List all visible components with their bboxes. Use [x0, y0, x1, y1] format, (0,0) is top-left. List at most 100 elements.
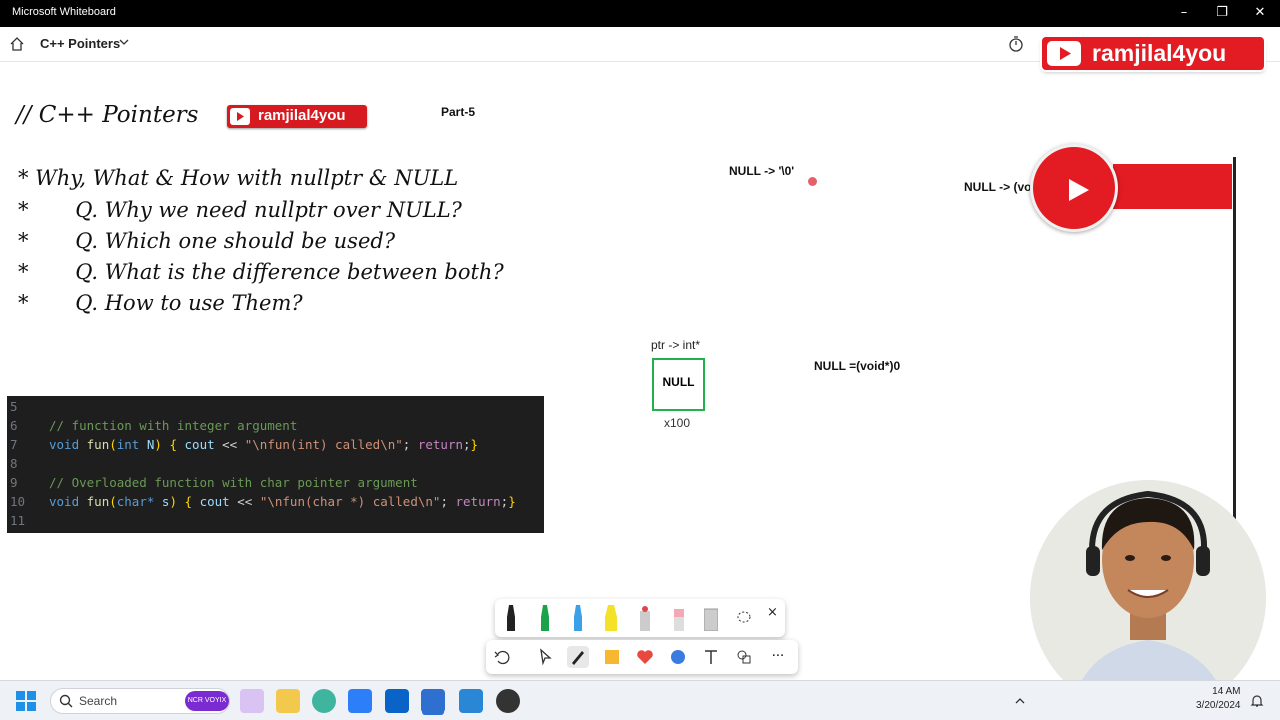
code-token: ;: [402, 437, 411, 452]
notification-bell-icon[interactable]: [1250, 693, 1264, 709]
reactions-icon[interactable]: [634, 646, 656, 668]
channel-badge-label: ramjilal4you: [258, 107, 346, 124]
more-options-icon[interactable]: ···: [767, 646, 789, 668]
copilot-icon[interactable]: [240, 689, 264, 713]
code-token: (: [109, 437, 117, 452]
window-title: Microsoft Whiteboard: [12, 6, 116, 18]
search-placeholder: Search: [79, 694, 118, 708]
highlighter-icon[interactable]: [604, 605, 618, 631]
code-line: 5: [7, 399, 49, 418]
windows-taskbar: Search NCR VOYIX 14 AM 3/20/2024: [0, 680, 1280, 720]
code-line: 8: [7, 456, 49, 475]
code-token: cout: [184, 437, 215, 452]
windows-start-icon[interactable]: [16, 691, 36, 711]
search-icon: [59, 694, 73, 708]
code-token: ): [169, 494, 177, 509]
code-token: {: [169, 437, 177, 452]
youtube-play-icon: [230, 108, 250, 125]
store-icon[interactable]: [348, 689, 372, 713]
select-icon[interactable]: [534, 646, 556, 668]
code-token: int: [116, 437, 140, 452]
bullet-line: * Why, What & How with nullptr & NULL: [18, 166, 459, 190]
lasso-icon[interactable]: [737, 605, 751, 631]
code-token: {: [184, 494, 193, 509]
whiteboard-app-icon[interactable]: [421, 689, 445, 713]
code-token: ;: [440, 494, 448, 509]
line-number: 7: [10, 437, 18, 452]
line-number: 11: [10, 513, 26, 528]
board-title[interactable]: C++ Pointers: [40, 36, 120, 51]
undo-icon[interactable]: [491, 646, 513, 668]
code-comment: // function with integer argument: [49, 418, 298, 433]
code-token: char*: [116, 494, 155, 509]
overlay-red-bar: [1113, 164, 1232, 209]
laser-pointer-icon[interactable]: [638, 605, 652, 631]
code-snippet: 5 6 // function with integer argument 7 vo…: [7, 396, 544, 533]
taskbar-search[interactable]: Search NCR VOYIX: [50, 688, 230, 714]
window-titlebar: Microsoft Whiteboard – ❐ ✕: [0, 0, 1280, 27]
pen-tool-icon[interactable]: [567, 646, 589, 668]
line-number: 9: [10, 475, 18, 490]
shapes-icon[interactable]: [733, 646, 755, 668]
chevron-down-icon[interactable]: [118, 36, 130, 48]
bullet-line: * Q. Why we need nullptr over NULL?: [18, 198, 462, 222]
bullet-line: * Q. What is the difference between both…: [18, 260, 504, 284]
code-comment: // Overloaded function with char pointer…: [49, 475, 418, 490]
text-icon[interactable]: [700, 646, 722, 668]
outlook-icon[interactable]: [385, 689, 409, 713]
overlay-play-circle: [1030, 144, 1118, 232]
file-explorer-icon[interactable]: [276, 689, 300, 713]
part-label: Part-5: [441, 105, 476, 119]
youtube-logo-icon: [1047, 41, 1081, 66]
memory-address: x100: [664, 416, 691, 430]
bottom-toolbar: ···: [486, 640, 798, 674]
code-token: <<: [222, 437, 238, 452]
code-token: fun: [86, 494, 110, 509]
note-null-eq: NULL =(void*)0: [814, 359, 901, 373]
channel-banner: ramjilal4you: [1042, 37, 1264, 70]
search-highlight-badge: NCR VOYIX: [185, 691, 229, 711]
board-heading: // C++ Pointers: [16, 102, 199, 128]
green-pen-icon[interactable]: [538, 605, 552, 631]
line-number: 6: [10, 418, 18, 433]
memory-box: NULL: [652, 358, 705, 411]
close-button[interactable]: ✕: [1246, 3, 1274, 23]
vscode-icon[interactable]: [459, 689, 483, 713]
note-null-char: NULL -> '\0': [729, 164, 795, 178]
eraser-icon[interactable]: [672, 605, 686, 631]
home-icon[interactable]: [9, 36, 25, 52]
timer-icon[interactable]: [1008, 35, 1024, 53]
code-token: ;: [463, 437, 471, 452]
code-token: ): [154, 437, 162, 452]
line-number: 8: [10, 456, 18, 471]
blue-pen-icon[interactable]: [571, 605, 585, 631]
code-line: 10 void fun(char* s) { cout << "\nfun(cha…: [7, 494, 516, 513]
channel-badge: ramjilal4you: [227, 105, 367, 128]
code-token: <<: [237, 494, 253, 509]
laser-pointer-dot: [808, 177, 817, 186]
ruler-icon[interactable]: [704, 605, 718, 631]
comment-icon[interactable]: [667, 646, 689, 668]
code-token: return: [455, 494, 501, 509]
bullet-line: * Q. Which one should be used?: [18, 229, 396, 253]
code-line: 7 void fun(int N) { cout << "\nfun(int) c…: [7, 437, 478, 456]
code-token: void: [49, 494, 80, 509]
code-line: 6 // function with integer argument: [7, 418, 297, 437]
memory-box-value: NULL: [662, 375, 695, 389]
bullet-line: * Q. How to use Them?: [18, 291, 303, 315]
black-pen-icon[interactable]: [504, 605, 518, 631]
code-token: "\nfun(char *) called\n": [259, 494, 441, 509]
sticky-note-icon[interactable]: [601, 646, 623, 668]
recorder-icon[interactable]: [496, 689, 520, 713]
chevron-up-icon[interactable]: [1014, 695, 1026, 707]
code-token: }: [470, 437, 479, 452]
maximize-button[interactable]: ❐: [1208, 3, 1236, 23]
code-line: 11: [7, 513, 49, 532]
line-number: 5: [10, 399, 18, 414]
code-token: "\nfun(int) called\n": [244, 437, 403, 452]
edge-browser-icon[interactable]: [312, 689, 336, 713]
minimize-button[interactable]: –: [1170, 3, 1198, 23]
system-clock[interactable]: 14 AM 3/20/2024: [1196, 685, 1241, 713]
code-line: 9 // Overloaded function with char pointe…: [7, 475, 418, 494]
close-tray-icon[interactable]: ×: [767, 605, 778, 620]
